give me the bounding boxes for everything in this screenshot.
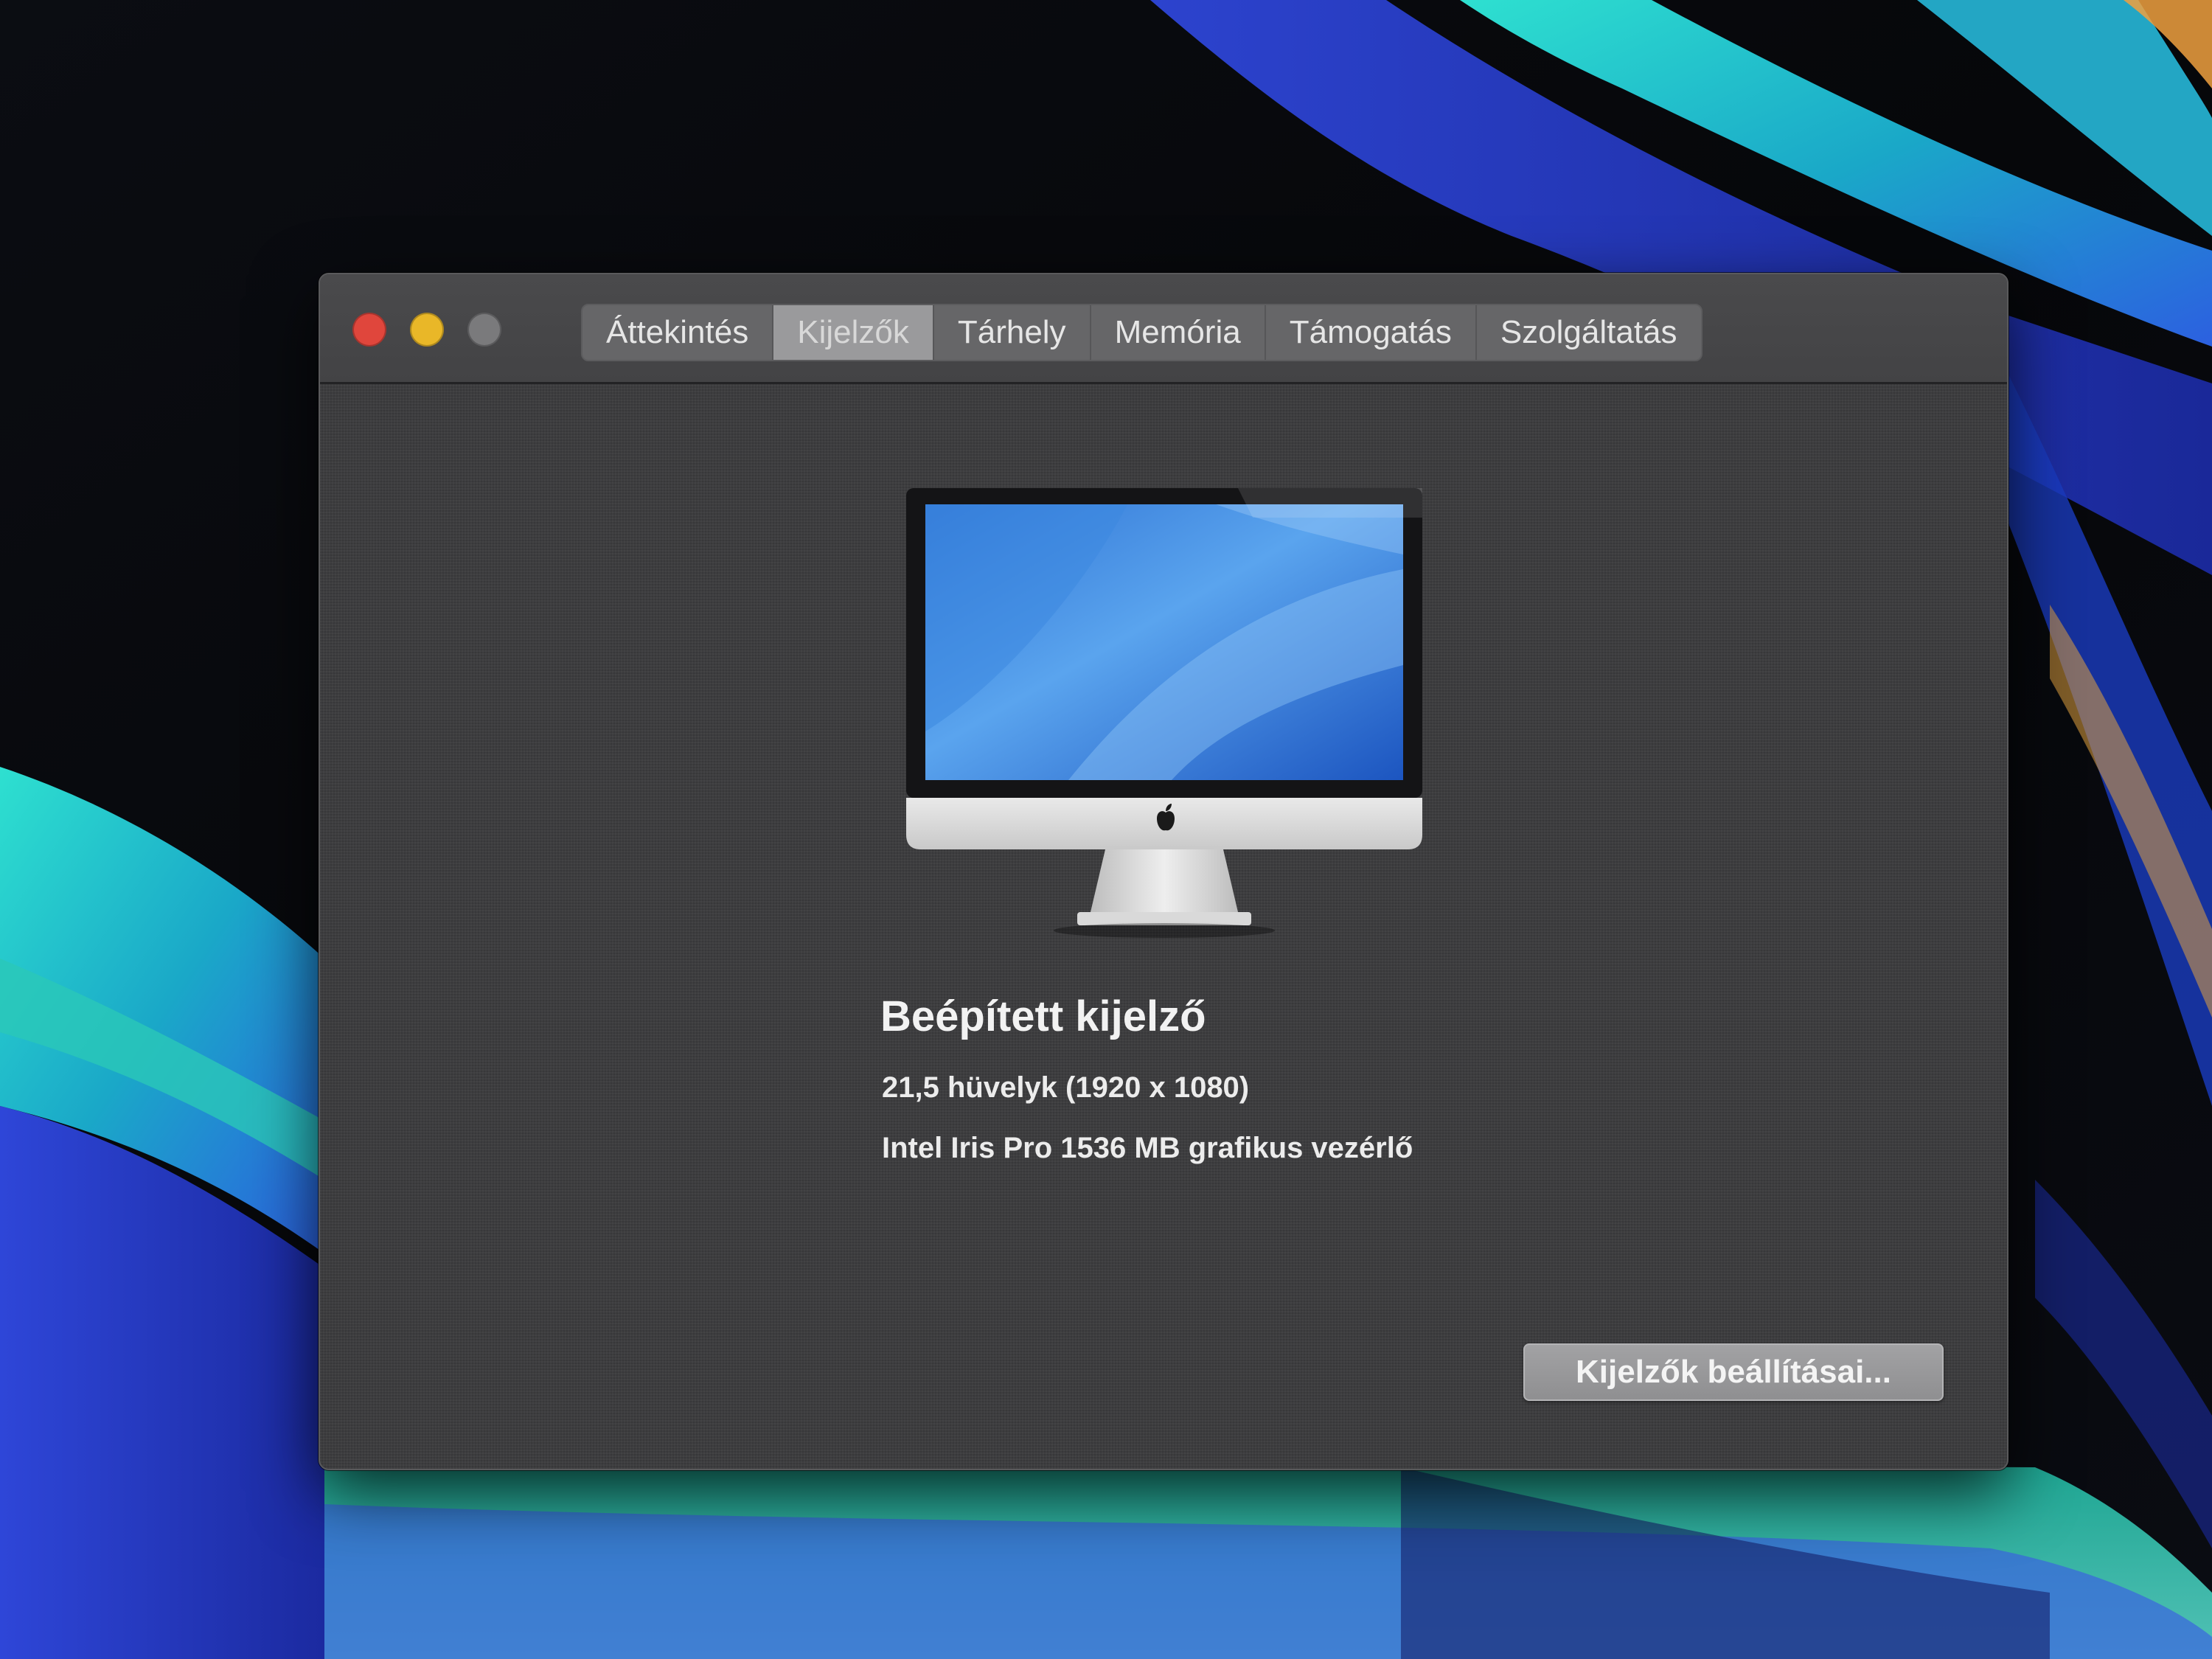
display-size-resolution: 21,5 hüvelyk (1920 x 1080) xyxy=(882,1071,1250,1104)
tab-memory[interactable]: Memória xyxy=(1091,305,1266,360)
imac-icon xyxy=(906,488,1422,938)
graphics-info: Intel Iris Pro 1536 MB grafikus vezérlő xyxy=(882,1132,1413,1164)
tab-bar: Áttekintés Kijelzők Tárhely Memória Támo… xyxy=(581,304,1703,361)
minimize-button[interactable] xyxy=(410,313,444,347)
display-settings-button[interactable]: Kijelzők beállításai... xyxy=(1523,1343,1944,1401)
tab-support[interactable]: Támogatás xyxy=(1266,305,1477,360)
about-this-mac-window: Áttekintés Kijelzők Tárhely Memória Támo… xyxy=(319,273,2008,1470)
display-title: Beépített kijelző xyxy=(880,992,1206,1040)
tab-overview[interactable]: Áttekintés xyxy=(582,305,774,360)
tab-displays[interactable]: Kijelzők xyxy=(773,305,934,360)
close-button[interactable] xyxy=(352,313,386,347)
tab-storage[interactable]: Tárhely xyxy=(934,305,1091,360)
titlebar: Áttekintés Kijelzők Tárhely Memória Támo… xyxy=(320,274,2007,384)
zoom-button[interactable] xyxy=(467,313,501,347)
tab-service[interactable]: Szolgáltatás xyxy=(1477,305,1701,360)
